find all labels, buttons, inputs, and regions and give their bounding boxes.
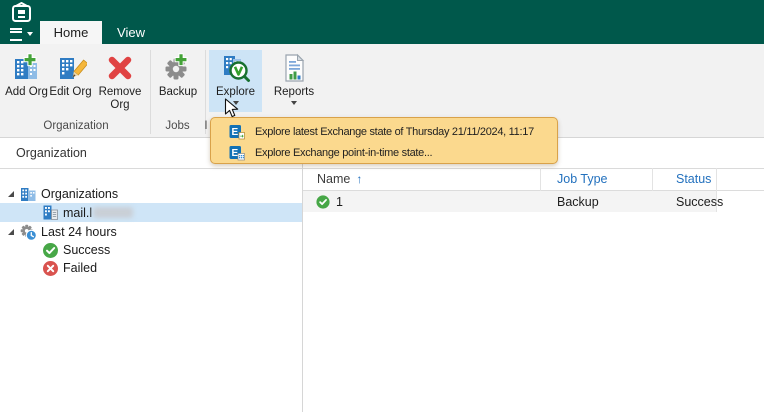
menu-item-explore-point-in-time[interactable]: E Explore Exchange point-in-time state..…: [221, 143, 551, 162]
exchange-point-in-time-icon: E: [229, 145, 245, 161]
add-org-icon: [11, 52, 43, 84]
tab-view[interactable]: View: [102, 21, 160, 44]
tree-item-label: Failed: [63, 261, 98, 275]
svg-text:E: E: [232, 127, 239, 138]
edit-org-button[interactable]: Edit Org: [49, 50, 92, 112]
reports-icon: [278, 52, 310, 84]
organizations-icon: [20, 186, 37, 203]
hamburger-icon: [10, 27, 22, 41]
panel-divider: [0, 168, 764, 169]
tree-item-organizations[interactable]: Organizations: [0, 185, 302, 203]
sidebar-header: Organization: [16, 146, 87, 160]
tree-item-label: Last 24 hours: [41, 225, 117, 239]
column-header-name[interactable]: Name ↑: [317, 172, 362, 186]
edit-org-icon: [55, 52, 88, 84]
remove-org-button[interactable]: Remove Org: [94, 50, 146, 112]
menu-item-label: Explore Exchange point-in-time state...: [255, 146, 433, 159]
cell-status: Success: [676, 195, 724, 209]
table-row[interactable]: 1: [303, 191, 716, 212]
column-header-status[interactable]: Status: [676, 172, 711, 186]
redacted-text: [93, 207, 134, 218]
svg-text:E: E: [232, 148, 239, 159]
backup-icon: [162, 52, 194, 84]
edit-org-label: Edit Org: [49, 86, 92, 98]
chevron-down-icon: [27, 32, 33, 36]
tree-item-mail-org[interactable]: mail.l: [0, 203, 302, 222]
add-org-label: Add Org: [5, 86, 48, 98]
menu-item-explore-latest[interactable]: E Explore latest Exchange state of Thurs…: [221, 122, 551, 141]
expand-arrow-icon[interactable]: [8, 229, 14, 235]
tree-item-failed[interactable]: Failed: [0, 259, 302, 277]
backup-button[interactable]: Backup: [153, 50, 203, 112]
explore-dropdown-menu: E Explore latest Exchange state of Thurs…: [210, 117, 558, 164]
add-org-button[interactable]: Add Org: [5, 50, 48, 112]
remove-org-icon: [104, 52, 136, 84]
app-logo-icon: [9, 2, 37, 23]
tab-home[interactable]: Home: [40, 21, 102, 44]
tree-item-label: mail.l: [63, 205, 93, 220]
tab-view-label: View: [117, 25, 145, 40]
tree-item-label: Success: [63, 243, 111, 257]
titlebar: Home View: [0, 0, 764, 44]
tree-item-success[interactable]: Success: [0, 241, 302, 259]
cell-job-type: Backup: [557, 195, 599, 209]
group-separator: [150, 50, 151, 134]
explore-icon: [220, 52, 252, 84]
app-window: Home View Add Org Edit Org Remove Org Ba…: [0, 0, 764, 412]
last-24-hours-icon: [20, 224, 37, 241]
reports-button[interactable]: Reports: [266, 50, 322, 112]
remove-org-label: Remove Org: [98, 86, 142, 112]
group-label-organization: Organization: [43, 120, 109, 132]
backup-label: Backup: [158, 86, 198, 98]
tab-home-label: Home: [53, 25, 89, 40]
sidebar-splitter[interactable]: [302, 139, 303, 412]
column-header-job-type[interactable]: Job Type: [557, 172, 608, 186]
cursor-pointer-icon: [224, 98, 239, 124]
organization-icon: [42, 204, 59, 221]
tree-item-label: Organizations: [41, 187, 119, 201]
main-menu-button[interactable]: [10, 26, 36, 42]
exchange-latest-icon: E: [229, 124, 245, 140]
reports-dropdown-caret-icon[interactable]: [291, 101, 297, 106]
reports-label: Reports: [273, 86, 315, 98]
cell-name: 1: [336, 194, 343, 209]
expand-arrow-icon[interactable]: [8, 191, 14, 197]
tree-item-last-24-hours[interactable]: Last 24 hours: [0, 223, 302, 241]
failed-icon: [42, 260, 59, 277]
row-success-icon: [316, 194, 330, 209]
sort-asc-icon: ↑: [356, 172, 363, 186]
menu-item-label: Explore latest Exchange state of Thursda…: [255, 125, 534, 138]
success-icon: [42, 242, 59, 259]
